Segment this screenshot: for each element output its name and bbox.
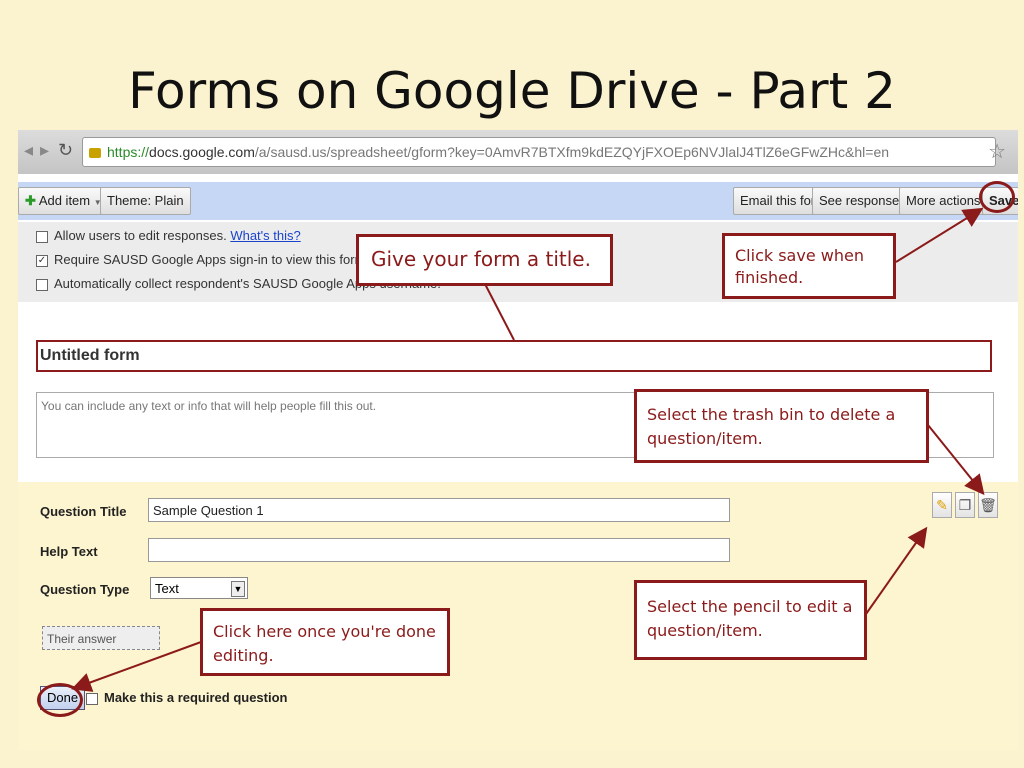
- callout-arrows: [71, 207, 985, 692]
- done-callout-arrow: [71, 641, 202, 692]
- save-callout-arrow: [895, 207, 984, 263]
- title-callout-line: [484, 283, 515, 341]
- trash-callout: Select the trash bin to delete a questio…: [634, 389, 929, 463]
- trash-callout-arrow: [927, 424, 985, 496]
- pencil-callout-arrow: [865, 526, 928, 615]
- pencil-callout: Select the pencil to edit a question/ite…: [634, 580, 867, 660]
- title-callout: Give your form a title.: [356, 234, 613, 286]
- done-callout: Click here once you're done editing.: [200, 608, 450, 676]
- save-callout: Click save when finished.: [722, 233, 896, 299]
